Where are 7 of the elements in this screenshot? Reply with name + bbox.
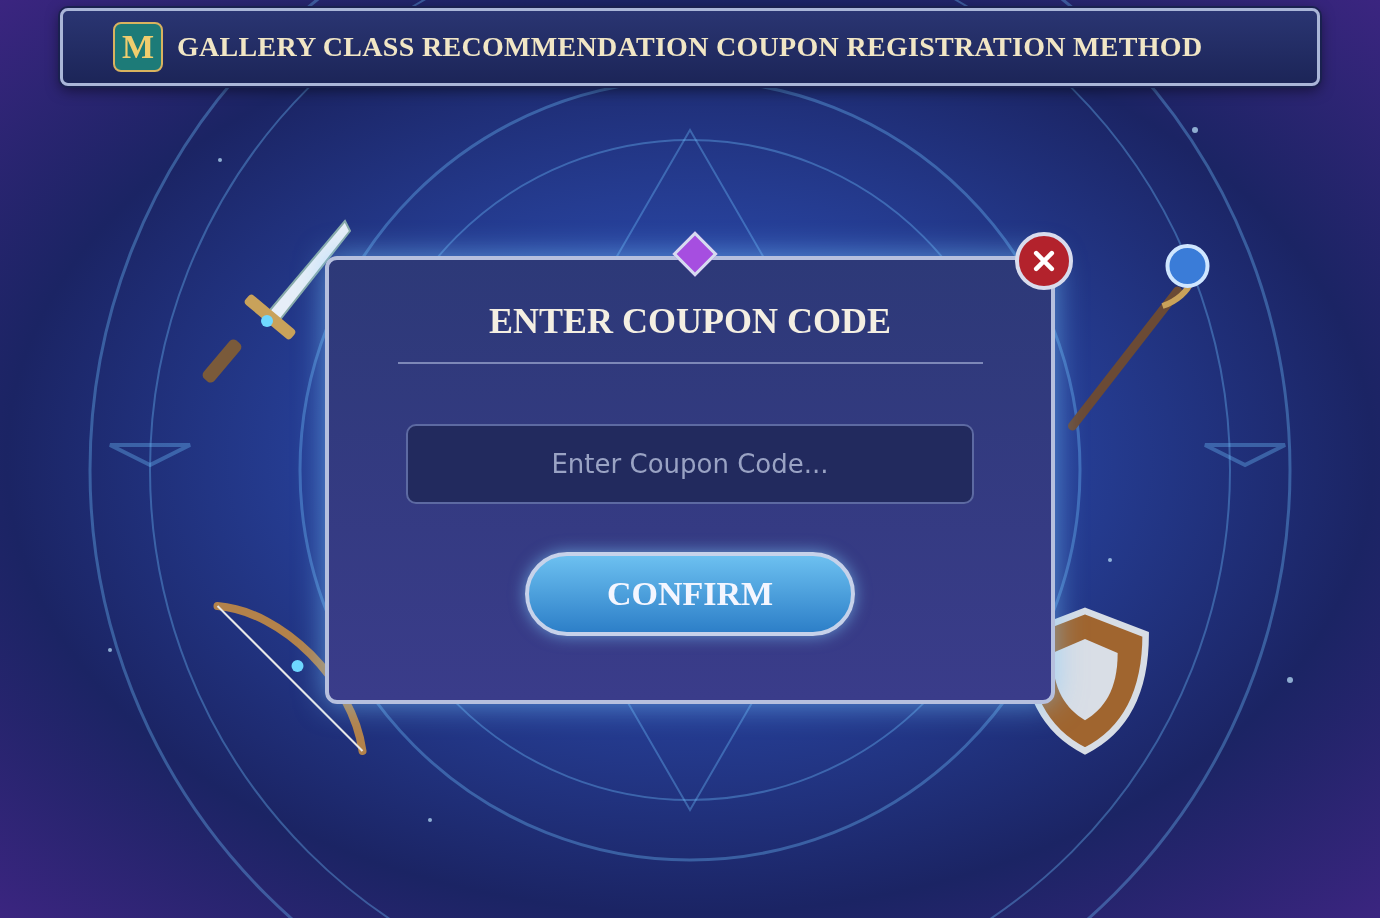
close-button[interactable]	[1015, 232, 1073, 290]
confirm-button[interactable]: CONFIRM	[525, 552, 855, 636]
page-title: GALLERY CLASS RECOMMENDATION COUPON REGISTRATION METHOD	[177, 31, 1203, 63]
coupon-code-input[interactable]: Enter Coupon Code...	[406, 424, 974, 504]
close-icon	[1031, 248, 1057, 274]
dialog-title: ENTER COUPON CODE	[489, 300, 891, 342]
logo-badge: M	[113, 22, 163, 72]
